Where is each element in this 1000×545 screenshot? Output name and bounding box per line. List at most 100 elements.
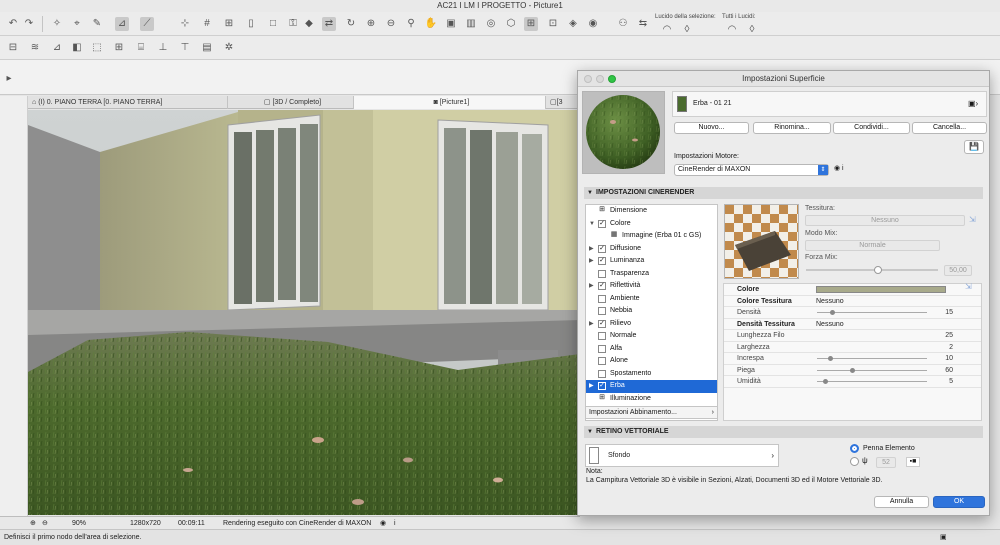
magic-wand-icon[interactable]: ✧ [50,17,64,31]
navigate-icon[interactable]: ✋ [424,17,438,31]
property-number[interactable]: 60 [945,365,953,377]
grid-snap-icon[interactable]: # [200,17,214,31]
render-icon[interactable]: ◎ [484,17,498,31]
vector-hatching-section-header[interactable]: ▼ RETINO VETTORIALE [584,426,983,438]
zoom-out-icon[interactable]: ⊖ [384,17,398,31]
tab-3d-second[interactable]: ▢[3 [546,96,580,109]
mesh-tool-icon[interactable]: ▤ [200,41,214,55]
tree-item[interactable]: ▶ ✓ Luminanza [586,255,717,268]
cinerender-section-header[interactable]: ▼ IMPOSTAZIONI CINERENDER [584,187,983,199]
tree-item[interactable]: Alfa [586,343,717,356]
slider-knob[interactable] [828,356,833,361]
tree-item[interactable]: ▶ ✓ Rilievo [586,318,717,331]
zone-tool-icon[interactable]: ⬚ [90,41,104,55]
rename-button[interactable]: Rinomina... [753,122,831,134]
share-button[interactable]: Condividi... [833,122,910,134]
view-icon[interactable]: ⚲ [404,17,418,31]
color-swatch[interactable] [816,286,946,293]
checkbox[interactable]: ✓ [598,257,606,265]
slider-knob[interactable] [874,266,883,274]
texture-field[interactable]: Nessuno [805,215,965,226]
window-tool-icon[interactable]: ⊞ [112,41,126,55]
checkbox[interactable] [598,369,606,378]
property-number[interactable]: 10 [945,353,953,365]
checkbox[interactable]: ✓ [598,319,606,328]
model-icon[interactable]: ▥ [464,17,478,31]
mix-mode-select[interactable]: Normale [805,240,940,251]
pen-number-field[interactable]: 52 [876,457,896,468]
property-row[interactable]: Densità 15 [724,307,981,319]
tree-item[interactable]: ▶ ✓ Riflettività [586,280,717,293]
tree-item[interactable]: ▦ Immagine (Erba 01 c GS) [586,230,717,243]
wall-tool-icon[interactable]: ⊟ [6,41,20,55]
new-button[interactable]: Nuovo... [674,122,749,134]
reserve-icon[interactable]: ⇆ [636,17,650,31]
close-icon[interactable] [584,75,592,83]
property-row[interactable]: Colore [724,284,981,296]
disclosure-right-icon[interactable]: ▶ [589,255,594,268]
eye-icon[interactable]: ◠ [725,23,739,37]
property-slider[interactable] [817,356,927,361]
undo-icon[interactable]: ↶ [6,17,20,31]
roof-tool-icon[interactable]: ⊿ [50,41,64,55]
lamp-tool-icon[interactable]: ✲ [222,41,236,55]
mix-strength-slider[interactable] [806,266,938,274]
property-row[interactable]: Densità Tessitura Nessuno [724,319,981,330]
camera-icon[interactable]: ▣ [444,17,458,31]
tab-floor-plan[interactable]: ⌂ (I) 0. PIANO TERRA [0. PIANO TERRA] [28,96,228,109]
tab-3d[interactable]: ▢ [3D / Completo] [228,96,354,109]
delete-button[interactable]: Cancella... [912,122,987,134]
trace-icon[interactable]: ◈ [566,17,580,31]
column-tool-icon[interactable]: ⊥ [156,41,170,55]
pick-up-icon[interactable]: ⌖ [70,17,84,31]
custom-pen-radio[interactable] [850,457,859,466]
zoom-window-icon[interactable] [608,75,616,83]
tab-picture1[interactable]: ◙ [Picture1] [354,96,546,109]
pen-color-swatch[interactable]: ▪■ [906,457,920,467]
property-slider[interactable] [817,379,927,384]
pen-element-radio[interactable] [850,444,859,453]
slab-tool-icon[interactable]: ≋ [28,41,42,55]
stair-tool-icon[interactable]: ⌸ [134,41,148,55]
eyedropper-icon[interactable]: ✎ [90,17,104,31]
teamwork-icon[interactable]: ⚇ [616,17,630,31]
fit-icon[interactable]: ⊞ [222,17,236,31]
window-icon[interactable]: ▣ [940,530,947,545]
property-value[interactable]: Nessuno [816,296,844,308]
texture-browse-icon[interactable]: ⇲ [969,215,976,224]
tree-item[interactable]: Alone [586,355,717,368]
tree-item[interactable]: Nebbia [586,305,717,318]
arrow-tool-icon[interactable]: ▸ [2,72,16,86]
slider-knob[interactable] [822,379,828,384]
checkbox[interactable] [598,332,606,340]
eye-icon[interactable]: ◠ [660,23,674,37]
disclosure-right-icon[interactable]: ▶ [589,318,594,331]
marquee-icon[interactable]: ▯ [244,17,258,31]
beam-tool-icon[interactable]: ⊤ [178,41,192,55]
match-settings-button[interactable]: Impostazioni Abbinamento... › [585,406,718,419]
property-row[interactable]: Lunghezza Filo 25 [724,330,981,342]
rendered-picture[interactable] [28,110,580,515]
checkbox[interactable] [598,344,606,353]
snap-guide-icon[interactable]: ⟋ [140,17,154,31]
rectangle-select-icon[interactable]: □ [266,17,280,31]
surface-selector[interactable]: Erba - 01 21 ▣› [672,91,987,117]
drop-icon[interactable]: ◊ [745,23,759,37]
checkbox[interactable]: ✓ [598,382,606,390]
tree-item[interactable]: ▶ ✓ Erba [586,380,717,393]
property-slider[interactable] [817,367,927,373]
cancel-button[interactable]: Annulla [874,496,929,508]
checkbox[interactable] [598,294,606,303]
layer-icon[interactable]: ◆ [302,17,316,31]
disclosure-right-icon[interactable]: ▶ [589,380,594,393]
property-row[interactable]: Increspa 10 [724,353,981,365]
3d-cutaway-icon[interactable]: ⇄ [322,17,336,31]
tree-item[interactable]: ▶ ✓ Diffusione [586,243,717,256]
lock-icon[interactable]: ⚿ [286,17,300,31]
color-picker-icon[interactable]: ⇲ [965,282,972,291]
maxon-logo-icon[interactable]: ◉ i [834,164,844,172]
selection-grid-icon[interactable]: ⊞ [524,17,538,31]
property-number[interactable]: 2 [949,342,953,354]
marquee-zoom-icon[interactable]: ◉ [586,17,600,31]
redo-icon[interactable]: ↷ [22,17,36,31]
